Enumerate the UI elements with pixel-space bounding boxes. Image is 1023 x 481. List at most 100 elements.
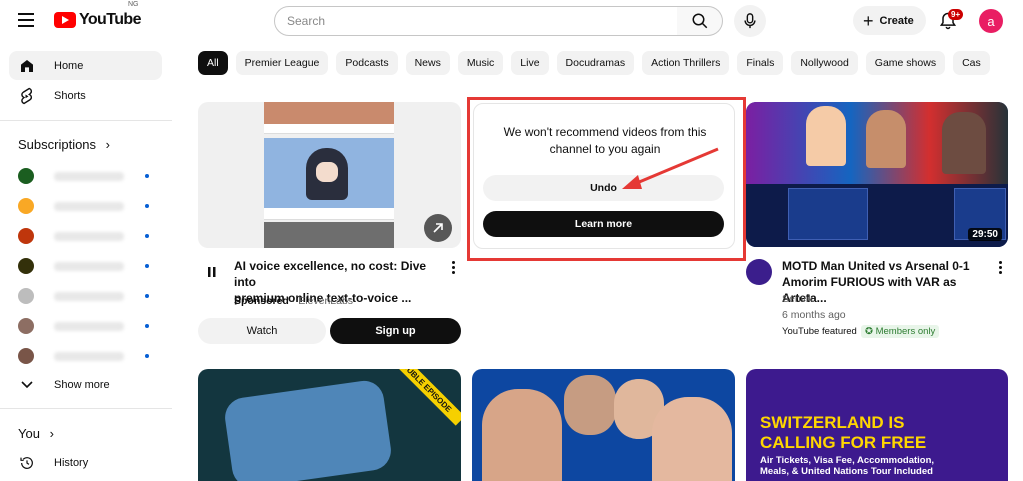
sponsored-label: Sponsored — [234, 295, 289, 307]
video-thumbnail[interactable]: SWITZERLAND IS CALLING FOR FREE Air Tick… — [746, 369, 1008, 481]
subscription-item[interactable] — [18, 167, 153, 185]
thumbnail-headline-line: SWITZERLAND IS — [760, 413, 905, 432]
sidebar-item-history[interactable]: History — [9, 448, 162, 477]
thumbnail-subtext-line: Meals, & United Nations Tour Included — [760, 466, 933, 477]
chevron-right-icon: › — [49, 426, 54, 441]
chip-all[interactable]: All — [198, 51, 228, 75]
menu-icon[interactable] — [18, 13, 34, 27]
chip-nollywood[interactable]: Nollywood — [791, 51, 858, 75]
channel-avatar — [18, 318, 34, 334]
search-input[interactable] — [287, 14, 647, 28]
youtube-logo[interactable]: YouTube — [54, 11, 141, 29]
thumbnail-image — [264, 102, 394, 124]
thumbnail-person — [942, 112, 986, 174]
subscription-item[interactable] — [18, 257, 153, 275]
sidebar-item-home[interactable]: Home — [9, 51, 162, 80]
video-title[interactable]: MOTD Man United vs Arsenal 0-1 Amorim FU… — [782, 258, 997, 306]
logo-text: YouTube — [79, 11, 141, 28]
sidebar-item-label: History — [54, 456, 89, 469]
more-options-icon[interactable] — [452, 261, 456, 276]
thumbnail-subtext: Air Tickets, Visa Fee, Accommodation, Me… — [760, 455, 934, 477]
create-button[interactable]: + Create — [853, 6, 926, 35]
new-content-dot — [145, 234, 149, 238]
watch-button[interactable]: Watch — [198, 318, 326, 344]
category-chips-bar: All Premier League Podcasts News Music Live Do… — [198, 51, 1023, 75]
subscription-item[interactable] — [18, 287, 153, 305]
chip-action-thrillers[interactable]: Action Thrillers — [642, 51, 730, 75]
arrow-up-right-icon — [433, 223, 443, 233]
chip-finals[interactable]: Finals — [737, 51, 784, 75]
chevron-down-icon — [18, 376, 36, 394]
subscriptions-title: Subscriptions — [18, 137, 97, 152]
voice-search-button[interactable] — [734, 5, 766, 37]
chip-premier-league[interactable]: Premier League — [235, 51, 329, 75]
advertiser-name[interactable]: ElevenLabs — [298, 295, 353, 307]
more-options-icon[interactable] — [999, 261, 1003, 276]
search-box — [274, 6, 678, 36]
thumbnail-image — [264, 222, 394, 248]
channel-name[interactable]: Senvik — [782, 293, 814, 305]
channel-avatar[interactable] — [746, 259, 772, 285]
channel-avatar — [18, 168, 34, 184]
channel-name-blurred — [54, 351, 124, 361]
subscription-item[interactable] — [18, 227, 153, 245]
video-thumbnail[interactable]: DOUBLE EPISODE — [198, 369, 461, 481]
removed-message-line: We won't recommend videos from this — [503, 125, 707, 139]
channel-avatar — [18, 288, 34, 304]
open-external-link-button[interactable] — [424, 214, 452, 242]
top-bar: YouTube NG + Create 9+ a — [0, 0, 1023, 42]
thumbnail-stats-panel — [788, 188, 868, 240]
subscriptions-heading[interactable]: Subscriptions › — [18, 137, 110, 152]
channel-avatar — [18, 198, 34, 214]
shorts-icon — [18, 87, 36, 105]
video-duration: 29:50 — [968, 228, 1002, 241]
thumbnail-image — [222, 378, 394, 481]
chip-news[interactable]: News — [405, 51, 450, 75]
subscription-item[interactable] — [18, 197, 153, 215]
thumbnail-person — [564, 375, 616, 435]
ad-meta: Sponsored · ElevenLabs — [234, 295, 353, 307]
sidebar-item-shorts[interactable]: Shorts — [9, 81, 162, 110]
new-content-dot — [145, 204, 149, 208]
anime-thumbnail-image — [264, 138, 394, 208]
pause-icon[interactable] — [208, 265, 216, 283]
subscription-item[interactable] — [18, 347, 153, 365]
video-thumbnail[interactable]: 29:50 — [746, 102, 1008, 247]
channel-avatar — [18, 258, 34, 274]
channel-name-blurred — [54, 231, 124, 241]
chip-live[interactable]: Live — [511, 51, 549, 75]
chip-game-shows[interactable]: Game shows — [865, 51, 946, 75]
thumbnail-person — [806, 106, 846, 166]
sign-up-button[interactable]: Sign up — [330, 318, 461, 344]
you-heading[interactable]: You › — [18, 426, 54, 441]
microphone-icon — [744, 13, 756, 29]
annotation-arrow-icon — [622, 147, 719, 189]
you-title: You — [18, 426, 40, 441]
account-avatar[interactable]: a — [979, 9, 1003, 33]
logo-country-code: NG — [128, 1, 139, 8]
sidebar-divider — [0, 408, 172, 409]
learn-more-button[interactable]: Learn more — [483, 211, 724, 237]
thumbnail-image — [264, 124, 394, 134]
video-thumbnail[interactable] — [472, 369, 735, 481]
youtube-play-icon — [54, 12, 76, 28]
show-more-button[interactable]: Show more — [9, 370, 162, 399]
subscription-item[interactable] — [18, 317, 153, 335]
notification-count-badge: 9+ — [948, 9, 964, 20]
home-icon — [18, 57, 36, 75]
chip-cas[interactable]: Cas — [953, 51, 990, 75]
search-button[interactable] — [677, 6, 723, 36]
members-only-label: Members only — [875, 326, 936, 337]
channel-avatar — [18, 228, 34, 244]
thumbnail-person — [652, 397, 732, 481]
chip-podcasts[interactable]: Podcasts — [336, 51, 398, 75]
show-more-label: Show more — [54, 378, 110, 391]
chip-music[interactable]: Music — [457, 51, 504, 75]
members-icon: ✪ — [865, 326, 873, 337]
sidebar-item-label: Shorts — [54, 89, 86, 102]
plus-icon: + — [863, 10, 874, 31]
double-episode-badge: DOUBLE EPISODE — [385, 369, 461, 426]
chip-docudramas[interactable]: Docudramas — [556, 51, 635, 75]
thumbnail-headline-line: CALLING FOR FREE — [760, 433, 927, 452]
ad-thumbnail[interactable] — [198, 102, 461, 248]
